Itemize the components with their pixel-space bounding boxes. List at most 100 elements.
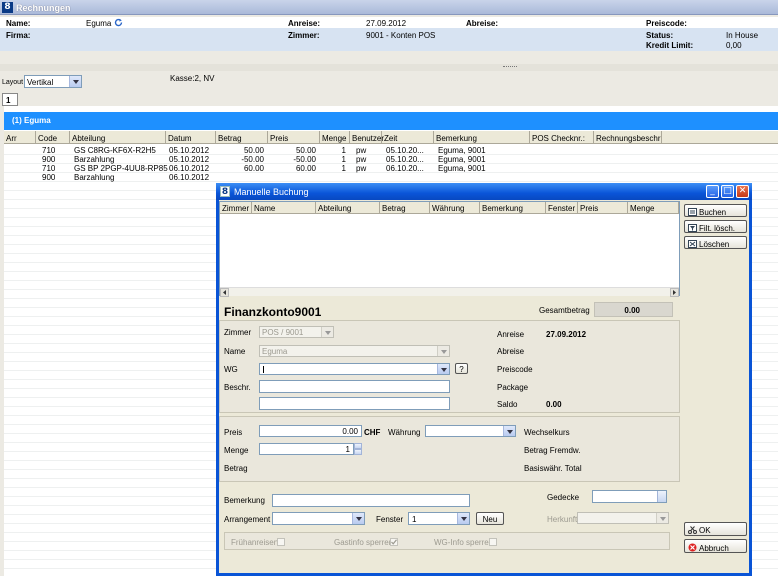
chevron-down-icon[interactable] [69,76,81,87]
gedecke-spin-icon[interactable] [657,491,666,502]
waehrung-select[interactable] [425,425,516,437]
scroll-left-icon[interactable] [220,288,229,297]
cell-code: 900 [42,173,56,182]
tab-1[interactable]: 1 [2,93,18,106]
dialog-grid-header: Zimmer Name Abteilung Betrag Währung Bem… [220,202,679,214]
table-row[interactable]: 900 Barzahlung 05.10.2012 -50.00 -50.00 … [4,155,778,164]
package-field-label: Package [497,383,529,392]
col-betrag[interactable]: Betrag [216,131,268,144]
grip-icon [503,66,517,68]
beschr-input-2[interactable] [259,397,450,410]
cell-menge: 1 [341,164,346,173]
col-datum[interactable]: Datum [166,131,216,144]
fruehanreisen-label: Frühanreisen [231,538,279,547]
cell-datum: 06.10.2012 [169,173,210,182]
col-zeit[interactable]: Zeit [382,131,434,144]
chevron-down-icon[interactable] [457,513,469,524]
status-value: In House [726,31,759,40]
grid-column-header: Arr Code Abteilung Datum Betrag Preis Me… [4,131,778,144]
minimize-button[interactable]: _ [706,185,719,198]
dcol-betrag[interactable]: Betrag [380,202,430,214]
maximize-button[interactable]: □ [721,185,734,198]
filter-clear-button[interactable]: Filt. lösch. [684,220,747,233]
col-abteilung[interactable]: Abteilung [70,131,166,144]
gedecke-input[interactable] [592,490,667,503]
delete-icon [688,240,697,248]
zimmer-field-label: Zimmer [224,328,252,337]
dcol-preis[interactable]: Preis [578,202,628,214]
neu-button[interactable]: Neu [476,512,504,525]
cell-abteilung: GS C8RG-KF6X-R2H5 [74,146,156,155]
gastinfo-checkbox[interactable] [390,538,398,546]
preiscode-field-label: Preiscode [497,365,533,374]
arrangement-select[interactable] [272,512,365,525]
konto-title: Finanzkonto9001 [224,305,322,319]
menge-input[interactable]: 1 [259,443,354,455]
cell-preis: 50.00 [295,146,316,155]
chevron-down-icon[interactable] [437,364,449,374]
buchen-button[interactable]: Buchen [684,204,747,217]
dcol-abteilung[interactable]: Abteilung [316,202,380,214]
abbruch-button[interactable]: Abbruch [684,539,747,553]
horizontal-scrollbar[interactable] [220,287,679,297]
wg-select[interactable] [259,363,450,375]
chevron-down-icon [321,327,333,337]
dialog-bookings-grid[interactable] [219,201,680,296]
table-row[interactable]: 710 GS BP 2PGP-4UU8-RP85 06.10.2012 60.0… [4,164,778,173]
name-select-value: Eguma [262,347,288,356]
fruehanreisen-checkbox[interactable] [277,538,285,546]
cell-benutzer: pw [356,146,367,155]
spin-down-icon[interactable] [354,449,362,455]
cell-datum: 05.10.2012 [169,155,210,164]
filter-clear-label: Filt. lösch. [699,224,736,233]
scroll-right-icon[interactable] [670,288,679,297]
anreise-field-value: 27.09.2012 [546,330,587,339]
dcol-bemerkung[interactable]: Bemerkung [480,202,546,214]
name-label: Name: [6,19,31,28]
betrag-fremdw-label: Betrag Fremdw. [524,446,581,455]
waehrung-field-label: Währung [388,428,421,437]
chevron-down-icon[interactable] [503,426,515,436]
cell-betrag: 60.00 [243,164,264,173]
ok-label: OK [699,526,711,535]
group-label: (1) Eguma [12,116,51,125]
fenster-select[interactable]: 1 [408,512,470,525]
status-label: Status: [646,31,674,40]
wg-field-label: WG [224,365,238,374]
dcol-zimmer[interactable]: Zimmer [220,202,252,214]
col-menge[interactable]: Menge [320,131,350,144]
bemerkung-input[interactable] [272,494,470,507]
chevron-down-icon[interactable] [352,513,364,524]
anreise-label: Anreise: [288,19,321,28]
layout-select[interactable]: Vertikal [24,75,82,88]
wg-help-button[interactable]: ? [455,363,468,374]
ok-button[interactable]: OK [684,522,747,536]
header-splitter[interactable] [0,64,778,71]
cancel-icon [688,543,697,552]
dcol-menge[interactable]: Menge [628,202,679,214]
col-rechnungsbeschr[interactable]: Rechnungsbeschr [594,131,662,144]
dcol-waehrung[interactable]: Währung [430,202,480,214]
beschr-input-1[interactable] [259,380,450,393]
col-code[interactable]: Code [36,131,70,144]
dcol-fenster[interactable]: Fenster [546,202,578,214]
loeschen-button[interactable]: Löschen [684,236,747,249]
preis-input[interactable]: 0.00 [259,425,362,437]
group-header[interactable]: (1) Eguma [4,112,778,130]
dialog-titlebar[interactable]: 8 Manuelle Buchung _ □ ✕ [216,183,752,200]
gesamtbetrag-value: 0.00 [624,306,640,315]
col-benutzer[interactable]: Benutzer [350,131,384,144]
zimmer-select: POS / 9001 [259,326,334,338]
table-row[interactable]: 900 Barzahlung 06.10.2012 [4,173,778,182]
col-preis[interactable]: Preis [268,131,320,144]
col-arr[interactable]: Arr [4,131,36,144]
table-row[interactable]: 710 GS C8RG-KF6X-R2H5 05.10.2012 50.00 5… [4,146,778,155]
dialog-title: Manuelle Buchung [234,187,309,197]
refresh-icon[interactable] [114,18,123,27]
close-button[interactable]: ✕ [736,185,749,198]
col-bemerkung[interactable]: Bemerkung [434,131,530,144]
col-pos-checknr[interactable]: POS Checknr.: [530,131,594,144]
wginfo-checkbox[interactable] [489,538,497,546]
cell-bemerkung: Eguma, 9001 [438,164,486,173]
dcol-name[interactable]: Name [252,202,316,214]
